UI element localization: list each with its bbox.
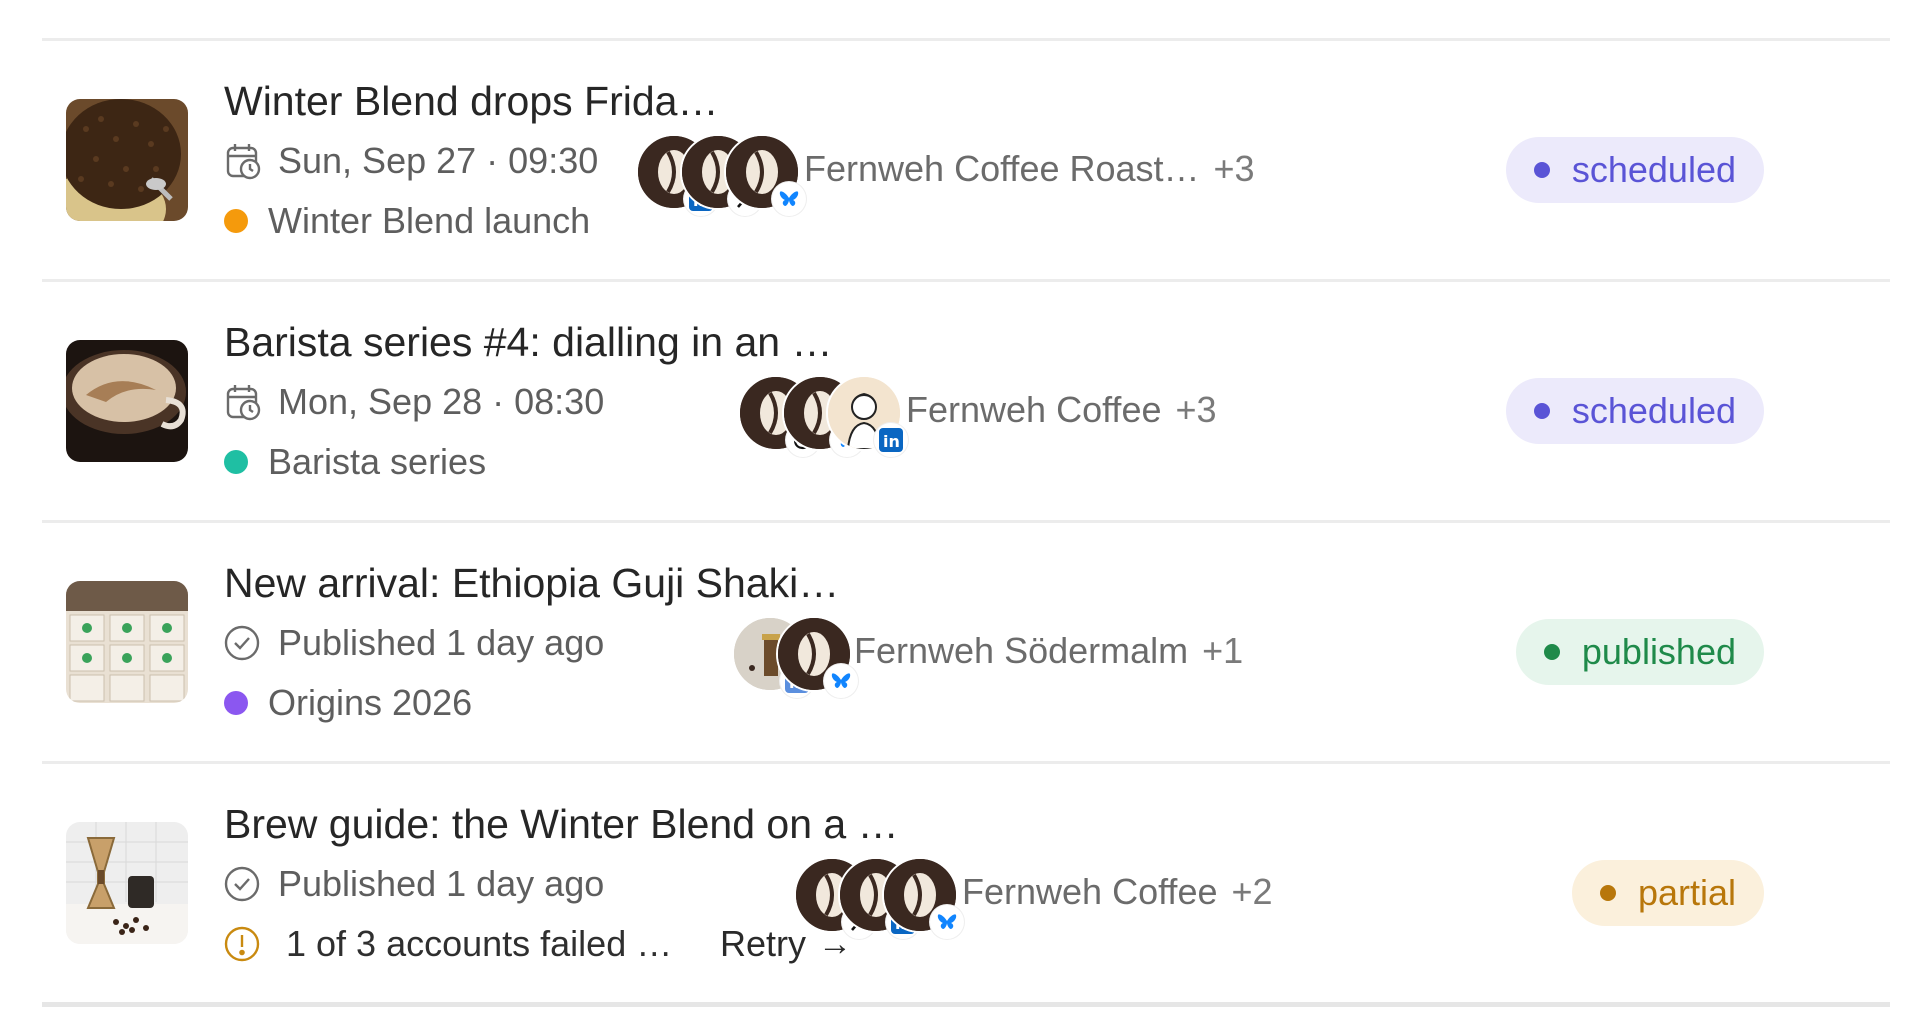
status-badge: scheduled xyxy=(1505,378,1764,444)
check-circle-icon xyxy=(224,864,264,904)
calendar-clock-icon xyxy=(224,382,264,422)
campaign-color-dot xyxy=(224,691,248,715)
post-title[interactable]: Brew guide: the Winter Blend on a … xyxy=(224,800,984,848)
post-row[interactable]: New arrival: Ethiopia Guji Shaki… Publis… xyxy=(42,523,1890,764)
bluesky-icon xyxy=(824,664,858,698)
calendar-clock-icon xyxy=(224,141,264,181)
svg-text:in: in xyxy=(883,432,900,451)
avatar xyxy=(882,857,964,939)
status-badge: published xyxy=(1515,619,1764,685)
campaign-color-dot xyxy=(224,209,248,233)
check-circle-icon xyxy=(224,623,264,663)
post-row[interactable]: Winter Blend drops Frida… Sun, Sep 27 · … xyxy=(42,41,1890,282)
avatar: in xyxy=(826,375,908,457)
account-names: Fernweh Coffee +2 xyxy=(962,871,1273,912)
account-names: Fernweh Coffee Roast… +3 xyxy=(804,148,1255,189)
avatar xyxy=(776,616,858,698)
post-title[interactable]: Barista series #4: dialling in an … xyxy=(224,318,984,366)
post-row[interactable]: Brew guide: the Winter Blend on a … Publ… xyxy=(42,764,1890,1007)
avatar xyxy=(724,134,806,216)
campaign-tag[interactable]: Winter Blend launch xyxy=(224,197,984,245)
bluesky-icon xyxy=(772,182,806,216)
warning-circle-icon xyxy=(224,924,264,964)
status-badge: partial xyxy=(1571,860,1764,926)
post-thumbnail xyxy=(66,99,188,221)
post-thumbnail xyxy=(66,340,188,462)
status-badge: scheduled xyxy=(1505,137,1764,203)
post-row[interactable]: Barista series #4: dialling in an … Mon,… xyxy=(42,282,1890,523)
account-names: Fernweh Coffee +3 xyxy=(906,389,1217,430)
post-list: Winter Blend drops Frida… Sun, Sep 27 · … xyxy=(42,38,1890,1007)
post-thumbnail xyxy=(66,822,188,944)
post-title[interactable]: Winter Blend drops Frida… xyxy=(224,77,984,125)
post-thumbnail xyxy=(66,581,188,703)
campaign-tag[interactable]: Origins 2026 xyxy=(224,679,984,727)
post-title[interactable]: New arrival: Ethiopia Guji Shaki… xyxy=(224,559,984,607)
campaign-color-dot xyxy=(224,450,248,474)
bluesky-icon xyxy=(930,905,964,939)
linkedin-icon: in xyxy=(874,423,908,457)
account-names: Fernweh Södermalm +1 xyxy=(854,630,1244,671)
